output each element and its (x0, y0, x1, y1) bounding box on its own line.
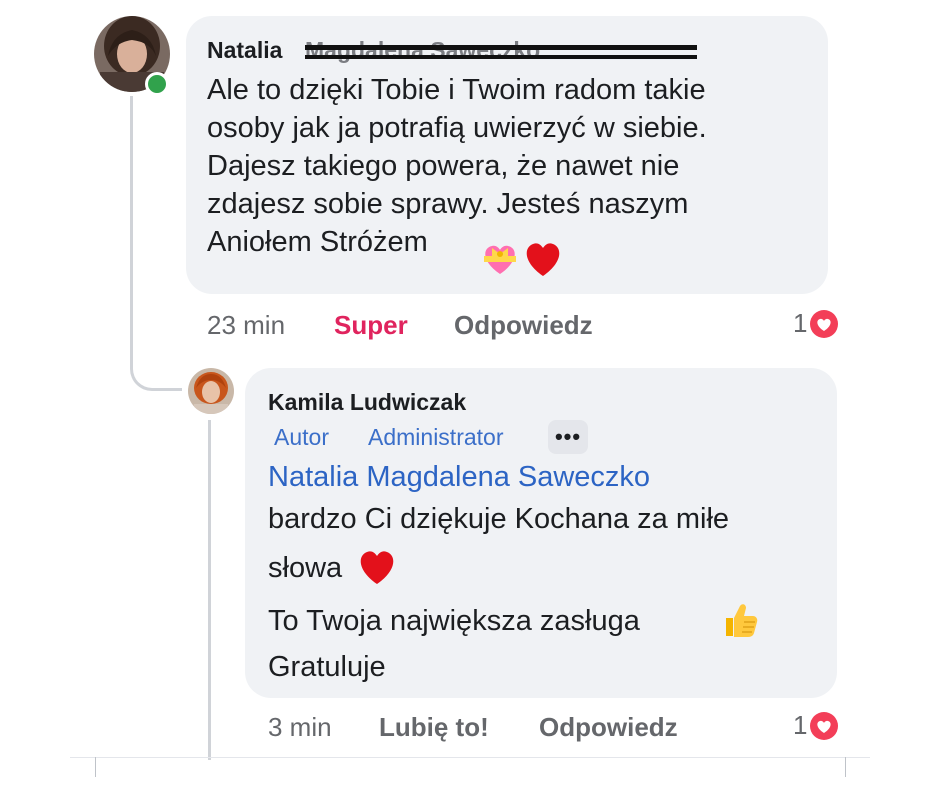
like-button[interactable]: Lubię to! (379, 712, 489, 743)
administrator-badge: Administrator (368, 424, 504, 450)
love-reaction-icon (809, 711, 839, 741)
reaction-button[interactable]: Super (334, 310, 408, 341)
mention-link[interactable]: Natalia Magdalena Saweczko (268, 458, 650, 496)
bottom-divider (70, 757, 870, 758)
reply-thread-connector (208, 420, 211, 760)
thumbs-up-emoji (720, 600, 760, 645)
red-heart-emoji (522, 238, 564, 283)
comment-author-surname-redacted: Magdalena Saweczko (305, 37, 541, 63)
reply-text-line: To Twoja największa zasługa (268, 605, 640, 637)
reply-button[interactable]: Odpowiedz (454, 310, 593, 341)
reply-text-line: słowa (268, 552, 343, 584)
online-status-indicator (145, 72, 169, 96)
reply-author-name[interactable]: Kamila Ludwiczak (268, 389, 466, 416)
reaction-count-value: 1 (793, 308, 808, 338)
bottom-divider-tick (95, 757, 96, 777)
thread-connector-curve (130, 345, 182, 391)
reaction-count[interactable]: 1 (793, 308, 839, 339)
reply-author-avatar[interactable] (188, 368, 234, 414)
heart-with-ribbon-emoji (480, 238, 520, 283)
redaction-mark (305, 55, 697, 59)
love-reaction-icon (809, 309, 839, 339)
more-options-icon: ••• (554, 424, 582, 449)
redaction-mark (305, 45, 697, 50)
comment-timestamp[interactable]: 23 min (207, 310, 285, 341)
comment-author-name[interactable]: Natalia (207, 37, 282, 64)
reply-timestamp[interactable]: 3 min (268, 712, 332, 743)
thread-connector (130, 96, 133, 368)
reply-reaction-count-value: 1 (793, 710, 808, 740)
reply-text-line: bardzo Ci dziękuje Kochana za miłe (268, 503, 730, 535)
bottom-divider-tick (845, 757, 846, 777)
reply-reaction-count[interactable]: 1 (793, 710, 839, 741)
comment-text: Ale to dzięki Tobie i Twoim radom takie … (207, 74, 707, 258)
red-heart-emoji (356, 546, 398, 591)
author-badge: Autor (274, 424, 329, 450)
reply-to-reply-button[interactable]: Odpowiedz (539, 712, 678, 743)
reply-text-line: Gratuluje (268, 651, 386, 683)
more-options-button[interactable]: ••• (548, 420, 588, 454)
